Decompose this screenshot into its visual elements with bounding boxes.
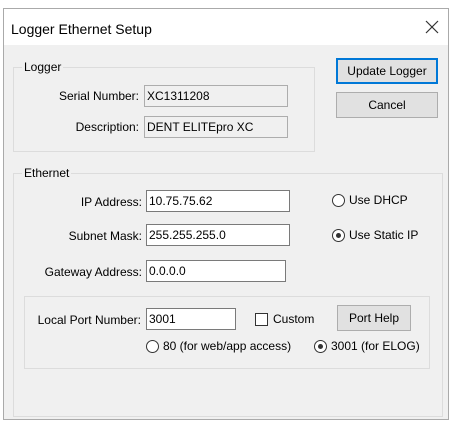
ip-address-label: IP Address:	[80, 195, 142, 209]
serial-number-field: XC1311208	[144, 85, 288, 107]
subnet-mask-label: Subnet Mask:	[68, 229, 142, 243]
checkbox-unchecked-icon	[255, 312, 268, 326]
logger-group	[13, 67, 315, 152]
port-80-label: 80 (for web/app access)	[163, 339, 292, 353]
radio-selected-icon	[332, 228, 345, 242]
local-port-number-input[interactable]	[146, 308, 236, 330]
use-static-ip-label: Use Static IP	[349, 228, 419, 242]
description-label: Description:	[75, 120, 139, 134]
gateway-address-input[interactable]	[146, 260, 286, 282]
custom-checkbox[interactable]: Custom	[255, 312, 314, 326]
cancel-button[interactable]: Cancel	[336, 92, 438, 118]
close-button[interactable]	[420, 15, 444, 39]
use-dhcp-radio[interactable]: Use DHCP	[332, 193, 408, 207]
close-icon	[425, 20, 439, 34]
radio-unselected-icon	[332, 193, 345, 207]
ethernet-group-label: Ethernet	[22, 166, 72, 180]
update-logger-button[interactable]: Update Logger	[336, 58, 438, 84]
description-field: DENT ELITEpro XC	[144, 116, 288, 138]
title-bar: Logger Ethernet Setup	[4, 9, 448, 45]
radio-selected-icon	[314, 339, 327, 353]
port-3001-label: 3001 (for ELOG)	[331, 339, 420, 353]
port-80-radio[interactable]: 80 (for web/app access)	[146, 339, 291, 353]
window-title: Logger Ethernet Setup	[11, 21, 152, 37]
local-port-number-label: Local Port Number:	[37, 313, 141, 327]
use-dhcp-label: Use DHCP	[349, 193, 408, 207]
port-help-button[interactable]: Port Help	[337, 305, 411, 331]
radio-unselected-icon	[146, 339, 159, 353]
subnet-mask-input[interactable]	[146, 224, 290, 246]
ip-address-input[interactable]	[146, 190, 290, 212]
serial-number-label: Serial Number:	[58, 89, 139, 103]
custom-label: Custom	[273, 312, 315, 326]
use-static-ip-radio[interactable]: Use Static IP	[332, 228, 418, 242]
port-3001-radio[interactable]: 3001 (for ELOG)	[314, 339, 420, 353]
gateway-address-label: Gateway Address:	[44, 265, 142, 279]
logger-ethernet-setup-dialog: Logger Ethernet Setup Logger Serial Numb…	[3, 8, 449, 420]
logger-group-label: Logger	[22, 60, 64, 74]
